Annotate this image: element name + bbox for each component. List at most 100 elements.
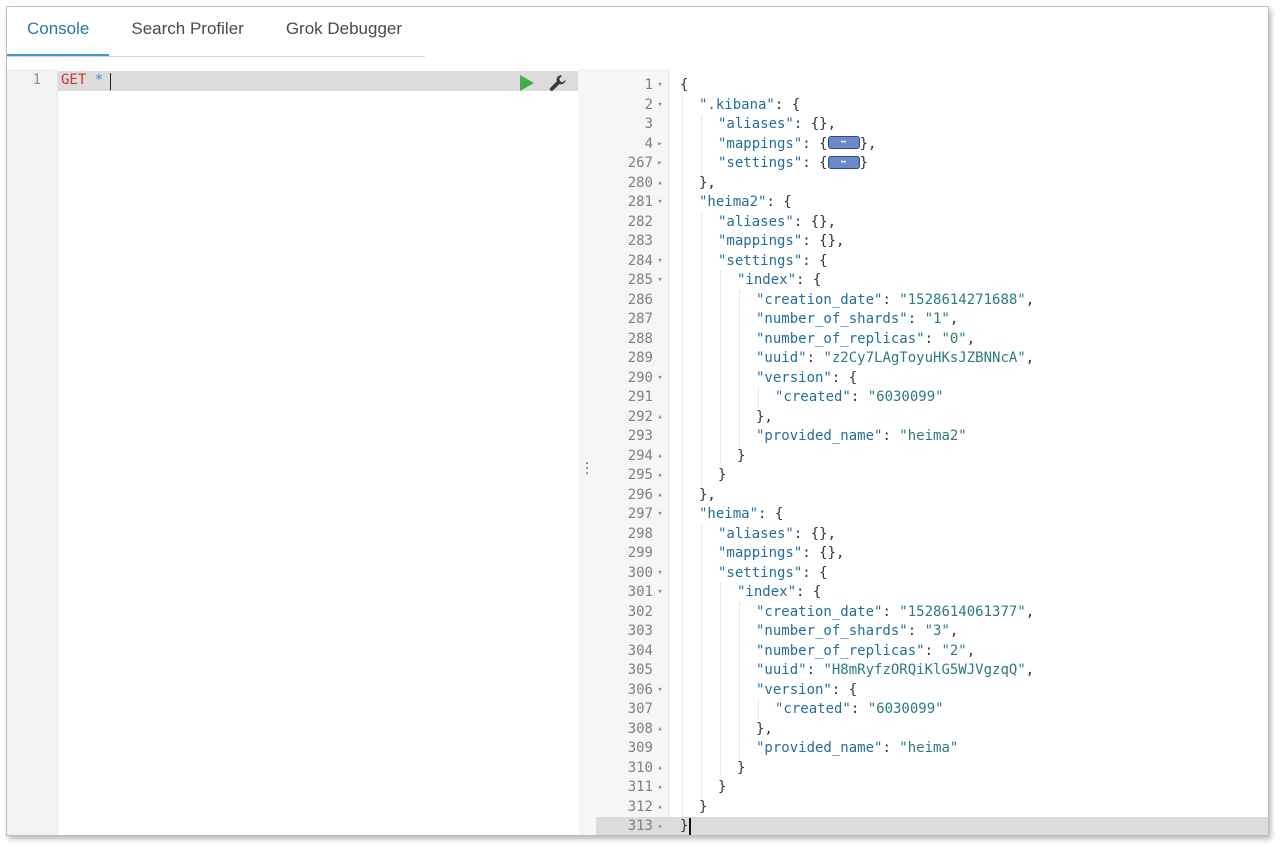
json-punctuation: },: [699, 486, 716, 503]
fold-end-icon[interactable]: ▴: [655, 759, 665, 779]
response-line-text: "heima": {: [699, 505, 783, 525]
response-line-text: "version": {: [756, 369, 857, 389]
fold-open-icon[interactable]: ▾: [655, 369, 665, 389]
json-string: "3": [924, 623, 950, 639]
json-punctuation: ,: [966, 330, 976, 347]
fold-open-icon[interactable]: ▾: [655, 583, 665, 603]
json-key: "created": [775, 389, 851, 405]
response-viewer[interactable]: 1 ▾{2 ▾ ".kibana": {3 "aliases": {}, 4 ▸ "mappi…: [596, 69, 1268, 835]
json-punctuation: :: [882, 291, 900, 308]
tab-grok-debugger[interactable]: Grok Debugger: [266, 7, 422, 56]
response-line-text: "provided_name": "heima2": [756, 427, 967, 447]
json-key: "version": [756, 681, 832, 698]
response-line-text: "mappings": {},: [718, 544, 844, 564]
response-line-text: "number_of_shards": "3",: [756, 622, 958, 642]
response-line: 287 "number_of_shards": "1",: [596, 310, 1268, 330]
response-line-number: 296: [627, 486, 653, 503]
json-punctuation: ,: [1025, 350, 1035, 366]
response-line-number: 291: [627, 389, 653, 405]
response-line-text: {: [680, 76, 688, 96]
json-key: "number_of_shards": [756, 311, 908, 327]
fold-open-icon[interactable]: ▾: [655, 252, 665, 272]
json-key: "mappings": [718, 545, 803, 561]
fold-end-icon[interactable]: ▴: [655, 720, 665, 740]
fold-open-icon[interactable]: ▾: [655, 681, 665, 701]
response-line-number: 283: [627, 233, 653, 249]
vertical-dots-icon[interactable]: · · ·: [584, 458, 590, 481]
indent-guide: [758, 700, 760, 720]
collapsed-block-icon[interactable]: ↔: [827, 155, 860, 169]
json-punctuation: : {: [802, 155, 828, 171]
json-key: "settings": [718, 564, 803, 581]
wrench-icon[interactable]: [548, 73, 568, 93]
json-punctuation: ,: [966, 642, 976, 659]
tab-bar: Console Search Profiler Grok Debugger: [7, 7, 424, 57]
fold-open-icon[interactable]: ▾: [655, 564, 665, 584]
indent-guide: [701, 115, 703, 174]
response-line-number: 267: [627, 155, 653, 171]
fold-end-icon[interactable]: ▴: [655, 798, 665, 818]
fold-end-icon[interactable]: ▴: [655, 447, 665, 467]
collapsed-block-icon[interactable]: ↔: [827, 136, 860, 149]
response-line-number: 301: [627, 584, 653, 600]
play-icon[interactable]: [520, 75, 534, 91]
response-line-text: }: [737, 759, 745, 779]
response-line-text: "heima2": {: [699, 193, 792, 213]
json-key: "created": [775, 701, 851, 717]
response-line: 312 ▴}: [596, 798, 1268, 818]
response-line: 308 ▴},: [596, 720, 1268, 740]
fold-open-icon[interactable]: ▾: [655, 96, 665, 116]
tab-console[interactable]: Console: [7, 7, 110, 56]
fold-end-icon[interactable]: ▴: [655, 486, 665, 506]
json-punctuation: {: [680, 77, 689, 93]
json-key: "number_of_replicas": [756, 330, 925, 347]
fold-open-icon[interactable]: ▾: [655, 505, 665, 525]
response-line: 3 "aliases": {},: [596, 115, 1268, 135]
response-line-number: 293: [627, 428, 653, 444]
json-key: "heima": [699, 506, 759, 522]
fold-end-icon[interactable]: ▴: [655, 466, 665, 486]
fold-end-icon[interactable]: ▴: [655, 778, 665, 798]
request-line[interactable]: GET *: [61, 71, 103, 91]
json-key: "aliases": [718, 525, 794, 542]
response-line-text: "uuid": "H8mRyfzORQiKlG5WJVgzqQ",: [756, 661, 1034, 681]
fold-open-icon[interactable]: ▾: [655, 76, 665, 96]
indent-guide: [701, 212, 703, 486]
fold-open-icon[interactable]: ▾: [655, 271, 665, 291]
fold-end-icon[interactable]: ▴: [655, 817, 665, 835]
json-punctuation: : {: [796, 584, 822, 600]
fold-closed-icon[interactable]: ▸: [655, 135, 665, 155]
response-line-text: "index": {: [737, 271, 821, 291]
indent-guide: [720, 271, 722, 466]
response-line: 288 "number_of_replicas": "0",: [596, 330, 1268, 350]
response-line-number: 4: [644, 135, 653, 152]
response-line: 294 ▴}: [596, 447, 1268, 467]
fold-open-icon[interactable]: ▾: [655, 193, 665, 213]
json-key: "index": [737, 272, 797, 288]
response-line: 289 "uuid": "z2Cy7LAgToyuHKsJZBNNcA",: [596, 349, 1268, 369]
response-line-number: 294: [627, 447, 653, 464]
fold-end-icon[interactable]: ▴: [655, 408, 665, 428]
console-app-window: Console Search Profiler Grok Debugger 1 …: [6, 6, 1269, 836]
response-line-number: 312: [627, 798, 653, 815]
response-line: 285 ▾ "index": {: [596, 271, 1268, 291]
pane-divider[interactable]: [578, 69, 596, 835]
json-punctuation: :: [882, 740, 900, 756]
request-editor[interactable]: 1 GET *: [7, 69, 578, 835]
response-line-text: },: [756, 720, 773, 740]
text-cursor: [689, 818, 691, 835]
json-punctuation: :: [907, 623, 925, 639]
response-line: 291 "created": "6030099": [596, 388, 1268, 408]
response-line: 293 "provided_name": "heima2": [596, 427, 1268, 447]
fold-closed-icon[interactable]: ▸: [655, 154, 665, 174]
json-key: ".kibana": [699, 96, 775, 113]
response-line-number: 286: [627, 291, 653, 308]
response-line: 299 "mappings": {},: [596, 544, 1268, 564]
fold-end-icon[interactable]: ▴: [655, 174, 665, 194]
tab-search-profiler[interactable]: Search Profiler: [111, 7, 263, 56]
response-line-text: },: [699, 174, 716, 194]
response-line: 292 ▴},: [596, 408, 1268, 428]
json-key: "index": [737, 584, 797, 600]
json-punctuation: }: [699, 798, 708, 815]
response-line-text: "version": {: [756, 681, 857, 701]
